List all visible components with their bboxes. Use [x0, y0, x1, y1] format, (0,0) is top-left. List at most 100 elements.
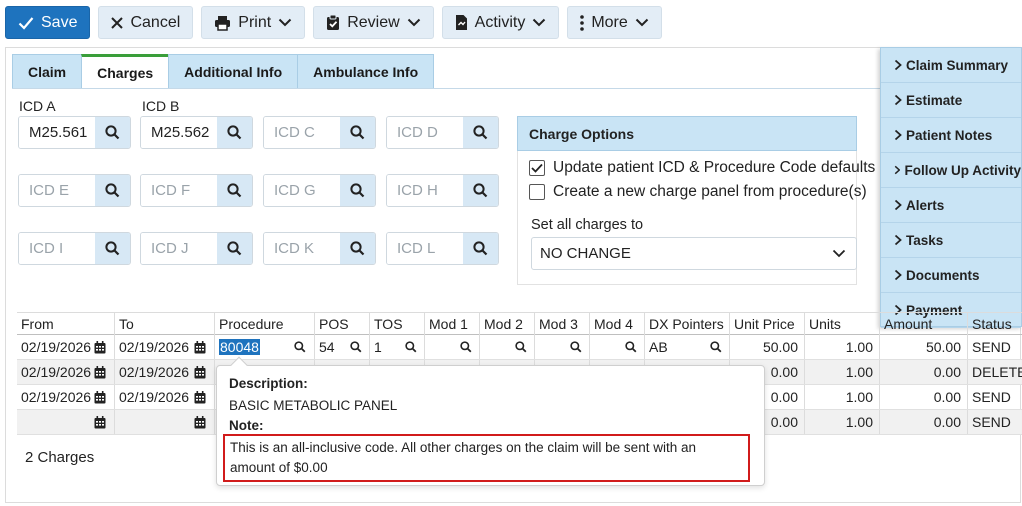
column-header-to[interactable]: To	[114, 313, 214, 335]
search-icon[interactable]	[515, 341, 527, 353]
amount-cell[interactable]: 0.00	[879, 360, 967, 384]
side-panel-item-alerts[interactable]: Alerts	[881, 188, 1021, 223]
calendar-icon[interactable]	[94, 340, 106, 354]
save-button[interactable]: Save	[5, 6, 91, 39]
units-cell[interactable]: 1.00	[804, 360, 879, 384]
icd-i-search-button[interactable]	[95, 233, 130, 264]
column-header-unit-price[interactable]: Unit Price	[729, 313, 804, 335]
calendar-icon[interactable]	[94, 390, 106, 404]
cancel-button[interactable]: Cancel	[98, 6, 194, 39]
column-header-from[interactable]: From	[17, 313, 114, 335]
modifier-3-cell[interactable]	[534, 335, 589, 359]
from-date-cell[interactable]: 02/19/2026	[17, 335, 114, 359]
modifier-4-cell[interactable]	[589, 335, 644, 359]
column-header-tos[interactable]: TOS	[369, 313, 424, 335]
side-panel-item-documents[interactable]: Documents	[881, 258, 1021, 293]
icd-a-field[interactable]: M25.561	[18, 116, 131, 149]
icd-e-input[interactable]: ICD E	[19, 175, 95, 206]
icd-b-field[interactable]: M25.562	[140, 116, 253, 149]
column-header-amount[interactable]: Amount	[879, 313, 967, 335]
icd-d-field[interactable]: ICD D	[386, 116, 499, 149]
icd-i-field[interactable]: ICD I	[18, 232, 131, 265]
more-button[interactable]: More	[567, 6, 662, 39]
icd-h-input[interactable]: ICD H	[387, 175, 463, 206]
side-panel-item-patient-notes[interactable]: Patient Notes	[881, 118, 1021, 153]
modifier-1-cell[interactable]	[424, 335, 479, 359]
column-header-mod-3[interactable]: Mod 3	[534, 313, 589, 335]
search-icon[interactable]	[350, 341, 362, 353]
icd-l-field[interactable]: ICD L	[386, 232, 499, 265]
column-header-mod-4[interactable]: Mod 4	[589, 313, 644, 335]
column-header-pos[interactable]: POS	[314, 313, 369, 335]
search-icon[interactable]	[294, 341, 306, 353]
icd-e-field[interactable]: ICD E	[18, 174, 131, 207]
dx-pointers-cell[interactable]: AB	[644, 335, 729, 359]
icd-h-field[interactable]: ICD H	[386, 174, 499, 207]
icd-k-field[interactable]: ICD K	[263, 232, 376, 265]
from-date-cell[interactable]	[17, 410, 114, 434]
search-icon[interactable]	[710, 341, 722, 353]
icd-i-input[interactable]: ICD I	[19, 233, 95, 264]
calendar-icon[interactable]	[94, 365, 106, 379]
units-cell[interactable]: 1.00	[804, 335, 879, 359]
tab-charges[interactable]: Charges	[81, 54, 170, 89]
column-header-units[interactable]: Units	[804, 313, 879, 335]
to-date-cell[interactable]	[114, 410, 214, 434]
icd-g-field[interactable]: ICD G	[263, 174, 376, 207]
new-panel-checkbox[interactable]	[529, 184, 545, 200]
units-cell[interactable]: 1.00	[804, 410, 879, 434]
print-button[interactable]: Print	[201, 6, 306, 39]
column-header-procedure[interactable]: Procedure	[214, 313, 314, 335]
procedure-cell[interactable]: 80048	[214, 335, 314, 359]
update-defaults-option[interactable]: Update patient ICD & Procedure Code defa…	[529, 159, 875, 177]
column-header-status[interactable]: Status	[967, 313, 1022, 335]
icd-g-input[interactable]: ICD G	[264, 175, 340, 206]
icd-j-input[interactable]: ICD J	[141, 233, 217, 264]
calendar-icon[interactable]	[194, 340, 206, 354]
icd-e-search-button[interactable]	[95, 175, 130, 206]
pos-cell[interactable]: 54	[314, 335, 369, 359]
side-panel-item-follow-up-activity[interactable]: Follow Up Activity	[881, 153, 1021, 188]
update-defaults-checkbox[interactable]	[529, 160, 545, 176]
amount-cell[interactable]: 50.00	[879, 335, 967, 359]
icd-a-input[interactable]: M25.561	[19, 117, 95, 148]
side-panel-item-estimate[interactable]: Estimate	[881, 83, 1021, 118]
icd-c-field[interactable]: ICD C	[263, 116, 376, 149]
icd-l-search-button[interactable]	[463, 233, 498, 264]
icd-b-input[interactable]: M25.562	[141, 117, 217, 148]
activity-button[interactable]: Activity	[441, 6, 560, 39]
icd-d-search-button[interactable]	[463, 117, 498, 148]
unit-price-cell[interactable]: 50.00	[729, 335, 804, 359]
icd-l-input[interactable]: ICD L	[387, 233, 463, 264]
status-cell[interactable]: SEND	[967, 385, 1022, 409]
icd-f-input[interactable]: ICD F	[141, 175, 217, 206]
modifier-2-cell[interactable]	[479, 335, 534, 359]
icd-h-search-button[interactable]	[463, 175, 498, 206]
icd-j-field[interactable]: ICD J	[140, 232, 253, 265]
side-panel-item-claim-summary[interactable]: Claim Summary	[881, 48, 1021, 83]
icd-c-input[interactable]: ICD C	[264, 117, 340, 148]
side-panel-item-tasks[interactable]: Tasks	[881, 223, 1021, 258]
icd-f-field[interactable]: ICD F	[140, 174, 253, 207]
amount-cell[interactable]: 0.00	[879, 410, 967, 434]
calendar-icon[interactable]	[194, 415, 206, 429]
to-date-cell[interactable]: 02/19/2026	[114, 385, 214, 409]
calendar-icon[interactable]	[94, 415, 106, 429]
units-cell[interactable]: 1.00	[804, 385, 879, 409]
icd-j-search-button[interactable]	[217, 233, 252, 264]
amount-cell[interactable]: 0.00	[879, 385, 967, 409]
from-date-cell[interactable]: 02/19/2026	[17, 385, 114, 409]
from-date-cell[interactable]: 02/19/2026	[17, 360, 114, 384]
tos-cell[interactable]: 1	[369, 335, 424, 359]
calendar-icon[interactable]	[194, 390, 206, 404]
set-all-charges-select[interactable]: NO CHANGE	[531, 237, 857, 270]
review-button[interactable]: Review	[313, 6, 434, 39]
tab-additional-info[interactable]: Additional Info	[168, 54, 299, 89]
icd-a-search-button[interactable]	[95, 117, 130, 148]
icd-k-search-button[interactable]	[340, 233, 375, 264]
search-icon[interactable]	[625, 341, 637, 353]
tab-claim[interactable]: Claim	[12, 54, 83, 89]
icd-d-input[interactable]: ICD D	[387, 117, 463, 148]
icd-k-input[interactable]: ICD K	[264, 233, 340, 264]
to-date-cell[interactable]: 02/19/2026	[114, 335, 214, 359]
